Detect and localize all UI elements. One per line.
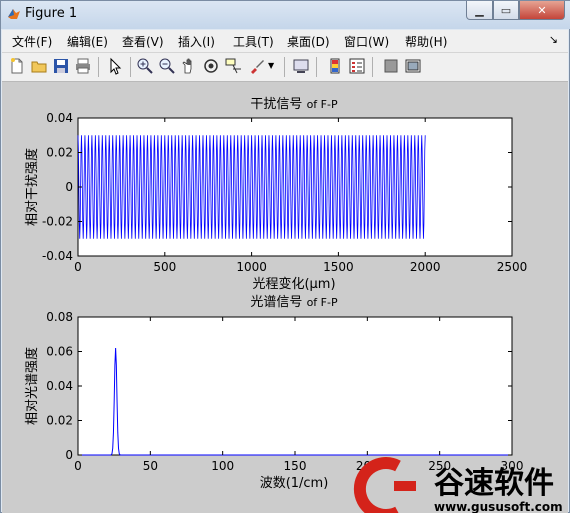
y-tick-label-1-2: 0 [65,180,73,194]
close-button[interactable]: ✕ [519,1,565,20]
y-tick-label-2-4: 0.08 [46,310,73,324]
print-icon[interactable] [74,57,92,75]
window-title: Figure 1 [25,6,78,21]
y-tick-label-2-0: 0 [65,448,73,462]
y-tick-label-1-3: 0.02 [46,146,73,160]
axes1-title-cn: 干扰信号 [250,97,302,112]
axes2-title-cn: 光谱信号 [250,295,302,310]
watermark: 谷速软件 www.gususoft.com [353,457,563,513]
x-tick-label-2-0: 0 [74,459,82,473]
x-tick-label-2-2: 100 [211,459,234,473]
axes1-xlabel: 光程变化(μm) [252,276,335,292]
y-tick-label-1-4: 0.04 [46,111,73,125]
figure-window: Figure 1 ▁ ▭ ✕ 文件(F) 编辑(E) 查看(V) 插入(I) 工… [0,0,570,513]
axes2-title-suffix: of F-P [307,296,338,309]
menu-window[interactable]: 窗口(W) [344,33,389,50]
brush-icon[interactable] [248,57,266,75]
x-tick-label-1-1: 500 [153,260,176,274]
zoom-in-icon[interactable] [136,57,154,75]
rotate-icon[interactable] [202,57,220,75]
axes1-title: 干扰信号 of F-P [250,97,338,112]
axes2-box [77,316,513,456]
x-tick-label-1-2: 1000 [236,260,267,274]
x-tick-label-1-0: 0 [74,260,82,274]
watermark-brand: 谷速软件 [434,466,554,501]
x-tick-label-2-3: 150 [284,459,307,473]
y-tick-label-2-2: 0.04 [46,379,73,393]
axes-spectrum[interactable]: 0 50 100 150 200 250 300 00.020.040.060.08 光谱信… [24,295,523,491]
brush-dropdown-icon[interactable]: ▼ [268,61,274,70]
menu-dock-arrow[interactable]: ↘ [549,33,558,46]
x-tick-label-1-5: 2500 [497,260,528,274]
data-cursor-icon[interactable] [224,57,242,75]
axes1-title-suffix: of F-P [307,98,338,111]
menu-desktop[interactable]: 桌面(D) [287,33,330,50]
axes2-ylabel: 相对光谱强度 [24,347,40,425]
new-icon[interactable] [8,57,26,75]
menu-insert[interactable]: 插入(I) [178,33,215,50]
x-tick-label-1-3: 1500 [323,260,354,274]
axes2-xlabel: 波数(1/cm) [260,476,329,491]
maximize-button[interactable]: ▭ [493,1,519,20]
plots-svg: 0 500 1000 1500 2000 2500 -0.04-0.0200.020.04… [24,97,563,513]
figure-canvas: 0 500 1000 1500 2000 2500 -0.04 -0.02 0 0.02 0.04… [2,82,568,513]
show-plot-tools-icon[interactable] [404,57,422,75]
menu-tools[interactable]: 工具(T) [233,33,274,50]
y-tick-label-2-1: 0.02 [46,414,73,428]
x-tick-label-2-1: 50 [143,459,158,473]
watermark-logo-icon [353,457,416,513]
y-tick-label-2-3: 0.06 [46,345,73,359]
menu-edit[interactable]: 编辑(E) [67,33,108,50]
title-bar[interactable]: Figure 1 ▁ ▭ ✕ [1,1,570,29]
zoom-out-icon[interactable] [158,57,176,75]
legend-icon[interactable] [348,57,366,75]
matlab-icon [8,9,20,19]
link-icon[interactable] [292,57,310,75]
menu-view[interactable]: 查看(V) [122,33,164,50]
toolbar: ▼ [2,53,568,82]
minimize-button[interactable]: ▁ [466,1,493,20]
axes1-ylabel: 相对干扰强度 [24,148,40,226]
x-tick-label-1-4: 2000 [410,260,441,274]
pointer-icon[interactable] [106,57,124,75]
menu-file[interactable]: 文件(F) [12,33,52,50]
watermark-url: www.gususoft.com [434,500,563,513]
colorbar-icon[interactable] [326,57,344,75]
open-icon[interactable] [30,57,48,75]
y-tick-label-1-1: -0.02 [42,215,73,229]
axes-interference[interactable]: 0 500 1000 1500 2000 2500 -0.04 -0.02 0 0.02 0.04… [24,97,527,292]
pan-icon[interactable] [180,57,198,75]
hide-plot-tools-icon[interactable] [382,57,400,75]
axes2-title: 光谱信号 of F-P [250,295,338,310]
y-tick-label-1-0: -0.04 [42,249,73,263]
menu-bar: 文件(F) 编辑(E) 查看(V) 插入(I) 工具(T) 桌面(D) 窗口(W… [2,30,568,53]
menu-help[interactable]: 帮助(H) [405,33,447,50]
save-icon[interactable] [52,57,70,75]
